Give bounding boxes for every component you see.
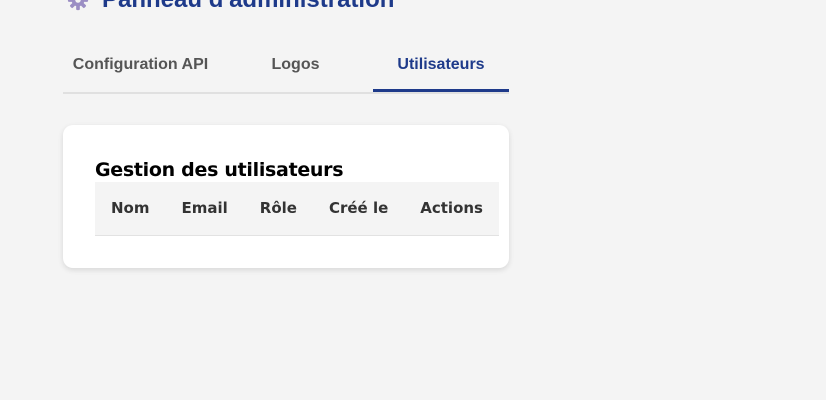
column-header-role: Rôle <box>259 199 297 218</box>
column-header-email: Email <box>181 199 228 218</box>
users-section-title: Gestion des utilisateurs <box>95 159 344 181</box>
tab-configuration-api[interactable]: Configuration API <box>63 40 218 90</box>
column-header-nom: Nom <box>111 199 150 218</box>
table-header-row: Nom Email Rôle Créé le Actions <box>95 182 499 235</box>
column-header-cree-le: Créé le <box>328 199 389 218</box>
page-title: Panneau d'administration <box>66 0 394 16</box>
tab-bar: Configuration API Logos Utilisateurs <box>63 40 509 94</box>
users-table: Nom Email Rôle Créé le Actions <box>95 182 499 236</box>
users-management-card: Gestion des utilisateurs Nom Email Rôle … <box>63 125 509 268</box>
admin-page: Panneau d'administration Configuration A… <box>0 0 826 400</box>
tab-logos[interactable]: Logos <box>218 40 373 90</box>
tab-utilisateurs[interactable]: Utilisateurs <box>373 40 509 92</box>
gear-icon <box>66 0 90 12</box>
page-title-text: Panneau d'administration <box>102 0 394 16</box>
column-header-actions: Actions <box>420 199 483 218</box>
